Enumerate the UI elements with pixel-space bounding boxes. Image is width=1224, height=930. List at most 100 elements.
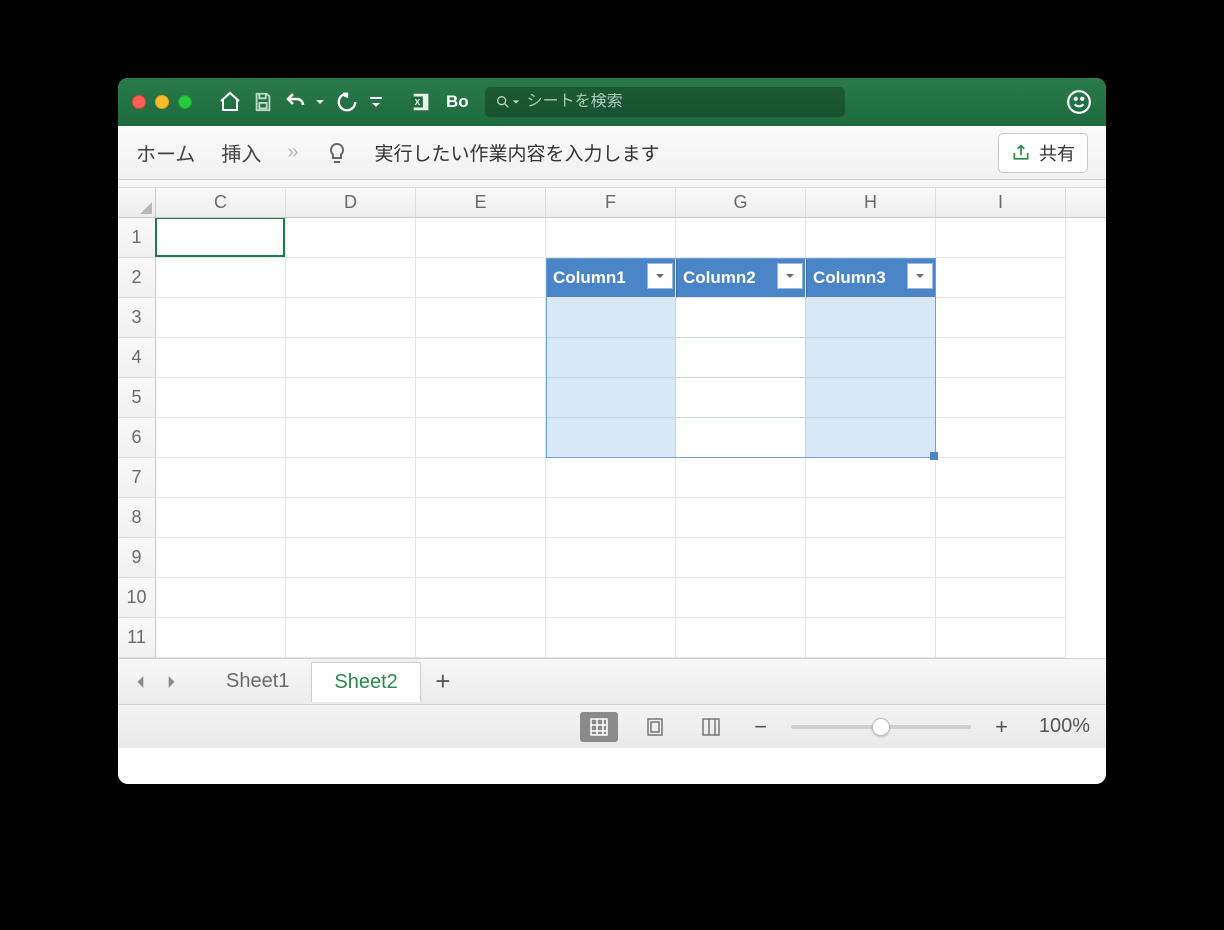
- cell[interactable]: [676, 218, 806, 258]
- cell[interactable]: [806, 618, 936, 658]
- cell[interactable]: [546, 498, 676, 538]
- search-dropdown-icon[interactable]: [511, 97, 521, 107]
- view-page-layout-button[interactable]: [636, 712, 674, 742]
- table-cell[interactable]: [806, 298, 936, 338]
- cell[interactable]: [936, 538, 1066, 578]
- table-cell[interactable]: [676, 338, 806, 378]
- cell[interactable]: [416, 338, 546, 378]
- cell[interactable]: [936, 338, 1066, 378]
- zoom-slider[interactable]: [791, 725, 971, 729]
- cell[interactable]: [676, 578, 806, 618]
- zoom-in-button[interactable]: +: [989, 714, 1014, 740]
- table-cell[interactable]: [806, 338, 936, 378]
- zoom-window-button[interactable]: [178, 95, 192, 109]
- cell[interactable]: [806, 498, 936, 538]
- table-cell[interactable]: [676, 418, 806, 458]
- cell[interactable]: [416, 458, 546, 498]
- tab-overflow-icon[interactable]: »: [287, 141, 298, 164]
- cell[interactable]: [286, 298, 416, 338]
- cell[interactable]: [286, 618, 416, 658]
- table-cell[interactable]: [546, 298, 676, 338]
- filter-dropdown-button[interactable]: [647, 263, 673, 289]
- cell[interactable]: [156, 338, 286, 378]
- cell[interactable]: [936, 578, 1066, 618]
- row-header[interactable]: 1: [118, 218, 156, 258]
- column-header[interactable]: F: [546, 188, 676, 217]
- cell[interactable]: [806, 458, 936, 498]
- filter-dropdown-button[interactable]: [777, 263, 803, 289]
- cell[interactable]: [936, 298, 1066, 338]
- tab-home[interactable]: ホーム: [136, 138, 195, 167]
- redo-icon[interactable]: [336, 91, 358, 113]
- table-cell[interactable]: [546, 338, 676, 378]
- zoom-slider-thumb[interactable]: [872, 718, 890, 736]
- table-header-cell[interactable]: Column1: [546, 258, 676, 298]
- cell[interactable]: [286, 338, 416, 378]
- undo-icon[interactable]: [284, 90, 308, 114]
- table-cell[interactable]: [546, 378, 676, 418]
- row-header[interactable]: 8: [118, 498, 156, 538]
- cell[interactable]: [156, 498, 286, 538]
- row-header[interactable]: 7: [118, 458, 156, 498]
- cell[interactable]: [286, 458, 416, 498]
- zoom-percent[interactable]: 100%: [1032, 715, 1090, 738]
- cell[interactable]: [156, 378, 286, 418]
- cell[interactable]: [936, 218, 1066, 258]
- qat-customize-icon[interactable]: [368, 94, 384, 110]
- cell[interactable]: [416, 418, 546, 458]
- cell[interactable]: [936, 618, 1066, 658]
- save-icon[interactable]: [252, 91, 274, 113]
- table-cell[interactable]: [676, 298, 806, 338]
- table-header-cell[interactable]: Column3: [806, 258, 936, 298]
- cell[interactable]: [416, 538, 546, 578]
- cell[interactable]: [156, 618, 286, 658]
- table-cell[interactable]: [546, 418, 676, 458]
- view-page-break-button[interactable]: [692, 712, 730, 742]
- cell[interactable]: [936, 458, 1066, 498]
- filter-dropdown-button[interactable]: [907, 263, 933, 289]
- search-box[interactable]: [485, 87, 845, 117]
- sheet-tab[interactable]: Sheet1: [204, 662, 311, 701]
- cell[interactable]: [806, 218, 936, 258]
- column-header[interactable]: E: [416, 188, 546, 217]
- cell[interactable]: [936, 418, 1066, 458]
- cell[interactable]: [416, 218, 546, 258]
- sheet-tab-active[interactable]: Sheet2: [311, 662, 420, 702]
- cell[interactable]: [546, 538, 676, 578]
- cell[interactable]: [286, 418, 416, 458]
- zoom-out-button[interactable]: −: [748, 714, 773, 740]
- cell[interactable]: [416, 298, 546, 338]
- row-header[interactable]: 9: [118, 538, 156, 578]
- cell[interactable]: [676, 458, 806, 498]
- row-header[interactable]: 6: [118, 418, 156, 458]
- cell[interactable]: [156, 218, 286, 258]
- cell[interactable]: [286, 218, 416, 258]
- select-all-corner[interactable]: [118, 188, 156, 217]
- cell[interactable]: [546, 458, 676, 498]
- row-header[interactable]: 2: [118, 258, 156, 298]
- cell[interactable]: [546, 618, 676, 658]
- cell-grid[interactable]: 12Column1Column2Column334567891011: [118, 218, 1106, 658]
- cell[interactable]: [676, 538, 806, 578]
- tell-me-input[interactable]: 実行したい作業内容を入力します: [375, 139, 660, 166]
- row-header[interactable]: 5: [118, 378, 156, 418]
- cell[interactable]: [936, 498, 1066, 538]
- cell[interactable]: [156, 458, 286, 498]
- cell[interactable]: [416, 498, 546, 538]
- sheet-nav-next[interactable]: [156, 667, 186, 697]
- cell[interactable]: [286, 378, 416, 418]
- sheet-nav-prev[interactable]: [126, 667, 156, 697]
- row-header[interactable]: 11: [118, 618, 156, 658]
- view-normal-button[interactable]: [580, 712, 618, 742]
- cell[interactable]: [156, 298, 286, 338]
- table-cell[interactable]: [806, 418, 936, 458]
- cell[interactable]: [546, 218, 676, 258]
- home-icon[interactable]: [218, 90, 242, 114]
- column-header[interactable]: H: [806, 188, 936, 217]
- cell[interactable]: [416, 618, 546, 658]
- table-resize-handle[interactable]: [930, 452, 938, 460]
- column-header[interactable]: D: [286, 188, 416, 217]
- column-header[interactable]: C: [156, 188, 286, 217]
- row-header[interactable]: 4: [118, 338, 156, 378]
- cell[interactable]: [286, 578, 416, 618]
